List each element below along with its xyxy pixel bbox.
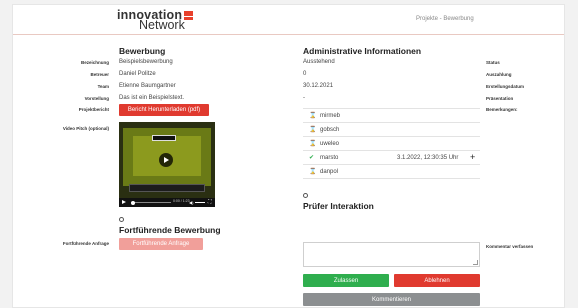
volume-slider[interactable] (195, 202, 205, 203)
check-icon: ✔ (309, 155, 315, 161)
fullscreen-icon[interactable]: ⛶ (208, 199, 212, 205)
video-player[interactable]: 0:00 / 1:23 ◀) ⛶ (119, 122, 215, 207)
divider (303, 178, 480, 179)
reviewer-row: ⌛ danpol (303, 164, 480, 178)
reviewer-row: ⌛ gobsch (303, 122, 480, 136)
label-praesentation: Präsentation (486, 96, 514, 101)
play-icon[interactable] (159, 153, 173, 167)
reviewer-row: ⌛ mirmeb (303, 108, 480, 122)
reviewer-name: danpol (320, 168, 339, 175)
reviewer-name: marsto (320, 154, 339, 161)
accept-button[interactable]: Zulassen (303, 274, 389, 287)
label-bemerkungen: Bemerkungen: (486, 107, 518, 112)
value-team: Etienne Baumgartner (119, 83, 176, 89)
comment-textarea[interactable] (303, 242, 480, 267)
header: innovation Network Projekte - Bewerbung (13, 5, 564, 35)
pruefer-title: Prüfer Interaktion (303, 201, 374, 211)
admin-status-value: Ausstehend (303, 59, 335, 65)
hourglass-icon: ⌛ (309, 169, 317, 175)
bewerbung-title: Bewerbung (119, 46, 166, 56)
fortfuehrend-button[interactable]: Fortführende Anfrage (119, 238, 203, 250)
volume-icon[interactable]: ◀) (189, 200, 193, 205)
label-erstellungsdatum: Erstellungsdatum (486, 84, 525, 89)
label-video-pitch: Video Pitch (optional) (62, 126, 109, 131)
play-small-icon[interactable] (122, 200, 126, 204)
reviewer-name: mirmeb (320, 112, 341, 119)
logo-line2: Network (139, 18, 185, 32)
admin-auszahlung-value: 0 (303, 71, 307, 77)
label-fortfuehrend: Fortführende Anfrage (62, 241, 109, 246)
hourglass-icon: ⌛ (309, 127, 317, 133)
video-controls: 0:00 / 1:23 ◀) ⛶ (119, 198, 215, 207)
label-vorstellung: Vorstellung (84, 96, 109, 101)
label-auszahlung: Auszahlung (486, 72, 512, 77)
admin-erstellungsdatum-value: 30.12.2021 (303, 83, 334, 89)
fortfuehrend-title: Fortführende Bewerbung (119, 225, 221, 235)
plus-icon[interactable]: + (470, 152, 475, 162)
video-overlay (152, 135, 176, 141)
admin-title: Administrative Informationen (303, 46, 422, 56)
reviewer-row: ✔ marsto 3.1.2022, 12:30:35 Uhr + (303, 150, 480, 164)
logo-mark-icon (184, 11, 193, 20)
label-status: Status (486, 60, 500, 65)
admin-praesentation-value: - (303, 95, 305, 101)
circle-icon (303, 193, 308, 198)
reviewer-row: ⌛ uweleo (303, 136, 480, 150)
label-team: Team (97, 84, 109, 89)
logo[interactable]: innovation Network (117, 9, 207, 33)
circle-icon (119, 217, 124, 222)
value-betreuer: Daniel Politze (119, 71, 156, 77)
video-progress[interactable] (131, 202, 171, 203)
label-projektbericht: Projektbericht (78, 107, 109, 112)
video-toolbar (129, 184, 205, 192)
value-vorstellung: Das ist ein Beispielstext. (119, 95, 185, 101)
label-bezeichnung: Bezeichnung (80, 60, 109, 65)
reviewer-name: gobsch (320, 126, 340, 133)
comment-button[interactable]: Kommentieren (303, 293, 480, 306)
video-scrubber[interactable] (131, 200, 135, 205)
hourglass-icon: ⌛ (309, 141, 317, 147)
page: innovation Network Projekte - Bewerbung … (12, 4, 565, 308)
label-kommentar: Kommentar verfassen (486, 244, 534, 249)
breadcrumb[interactable]: Projekte - Bewerbung (416, 16, 474, 22)
video-time: 0:00 / 1:23 (173, 199, 190, 203)
download-report-button[interactable]: Bericht Herunterladen (pdf) (119, 104, 209, 116)
reviewer-date: 3.1.2022, 12:30:35 Uhr (397, 154, 459, 161)
hourglass-icon: ⌛ (309, 113, 317, 119)
reject-button[interactable]: Ablehnen (394, 274, 480, 287)
value-bezeichnung: Beispielsbewerbung (119, 59, 173, 65)
reviewer-name: uweleo (320, 140, 340, 147)
label-betreuer: Betreuer (90, 72, 109, 77)
